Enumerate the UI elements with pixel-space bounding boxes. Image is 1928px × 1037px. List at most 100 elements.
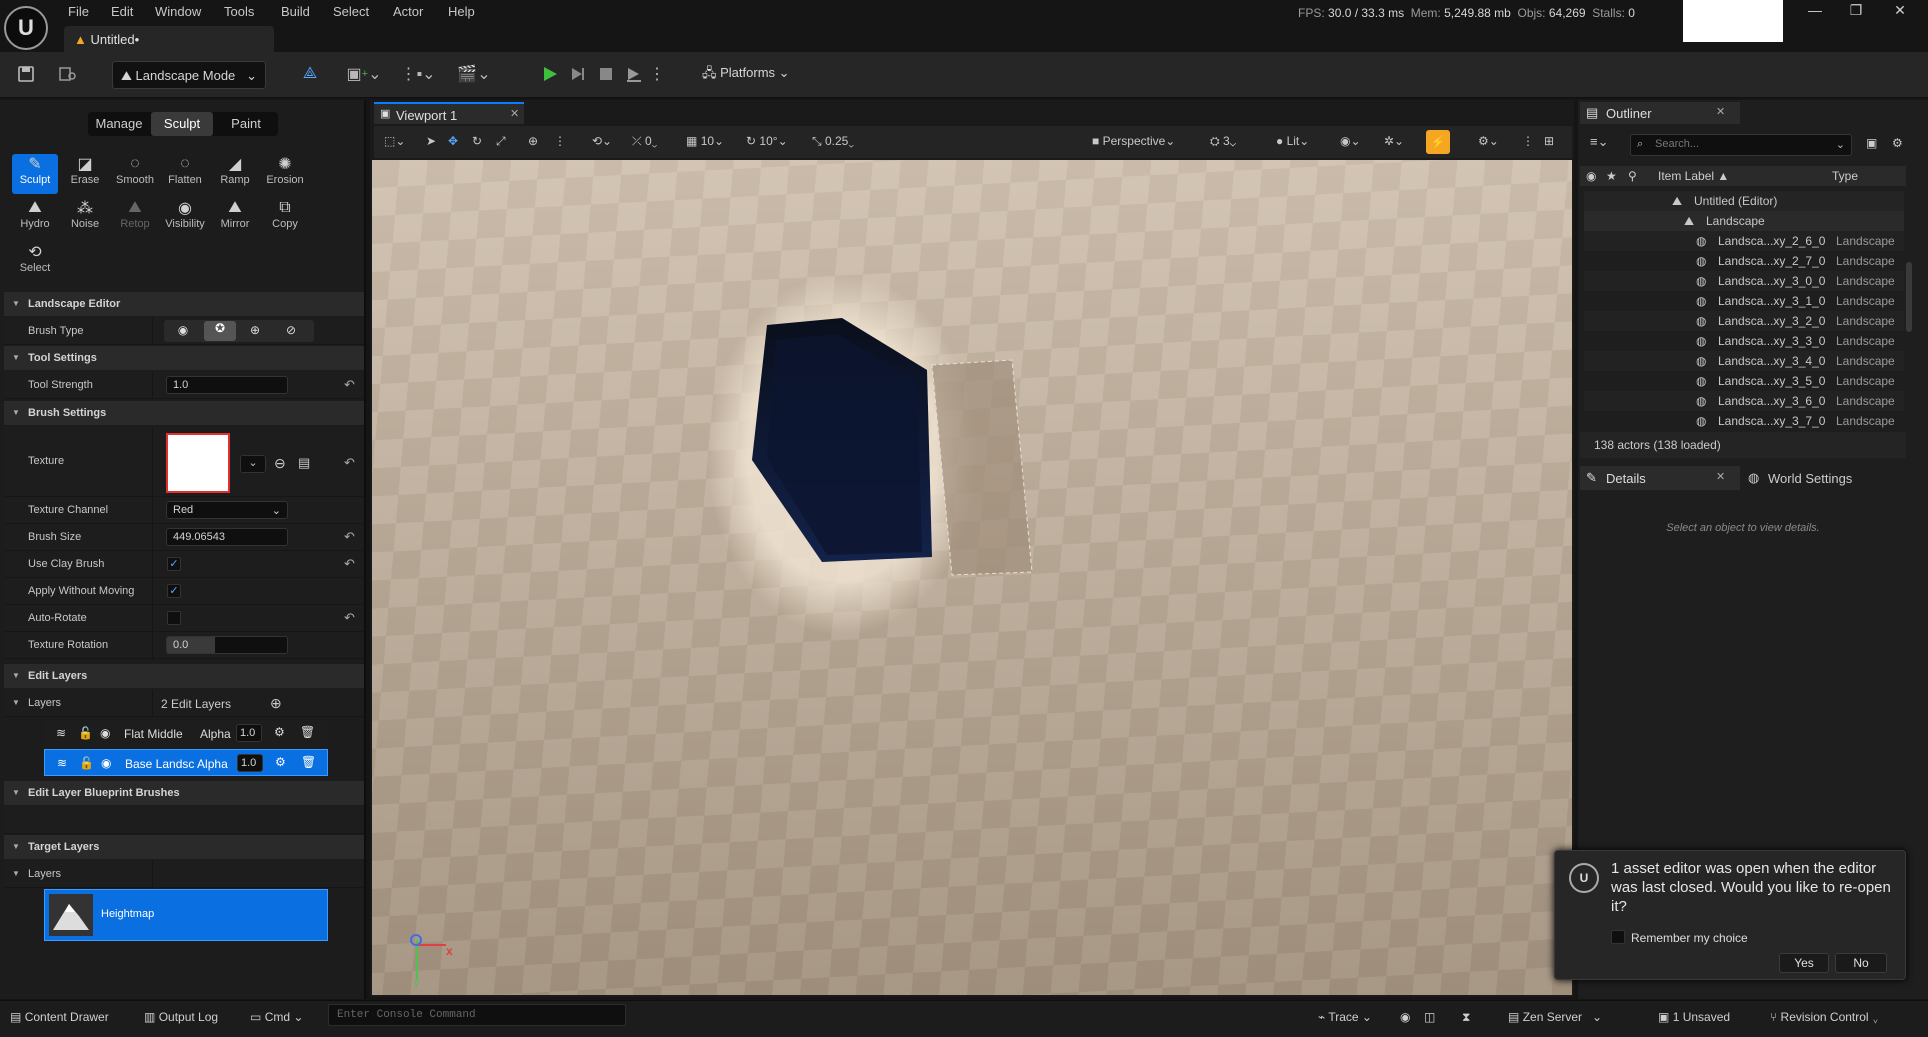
lod-dropdown[interactable]: ⛭ 3⌄	[1210, 134, 1236, 149]
add-folder-icon[interactable]: ▣	[1866, 136, 1877, 150]
section-brush-settings[interactable]: Brush Settings	[4, 401, 364, 425]
screenshot-icon[interactable]: ◫	[1424, 1010, 1435, 1024]
menu-actor[interactable]: Actor	[393, 4, 423, 19]
outliner-tab[interactable]: ▤ Outliner ✕	[1580, 102, 1740, 124]
tool-sculpt[interactable]: ✎ Sculpt	[12, 154, 58, 194]
minimize-icon[interactable]: —	[1797, 2, 1833, 22]
layout-icon[interactable]: ⊞	[1544, 134, 1554, 148]
tool-flatten[interactable]: ◌ Flatten	[162, 154, 208, 194]
tool-retop[interactable]: ⛰ Retop	[112, 198, 158, 238]
gear-icon[interactable]: ⚙	[1892, 136, 1903, 150]
world-icon[interactable]: ⊕	[528, 134, 538, 148]
angle-snap-button[interactable]: ↻ 10°⌄	[746, 134, 788, 148]
close-icon[interactable]: ✕	[1882, 2, 1918, 22]
gear-icon[interactable]: ⚙	[275, 755, 286, 769]
settings-icon[interactable]: ⚙⌄	[1478, 134, 1499, 148]
stop-icon[interactable]	[594, 62, 618, 86]
details-tab[interactable]: ✎ Details ✕	[1580, 466, 1740, 490]
play-icon[interactable]	[538, 62, 562, 86]
remember-choice-checkbox[interactable]	[1611, 930, 1625, 944]
outliner-search-input[interactable]: ⌕ Search... ⌄	[1630, 134, 1852, 156]
browse-asset-icon[interactable]: ▤	[298, 455, 310, 471]
yes-button[interactable]: Yes	[1779, 953, 1829, 973]
texture-channel-dropdown[interactable]: Red ⌄	[166, 501, 288, 519]
record-icon[interactable]: ◉	[1400, 1010, 1410, 1024]
no-button[interactable]: No	[1835, 953, 1887, 973]
add-actor-icon[interactable]: ▣ + ⌄	[346, 62, 382, 86]
viewport-tab[interactable]: ▣ Viewport 1 ✕	[374, 102, 524, 124]
layer-base-landscape[interactable]: ≋ 🔓 ◉ Base Landsc Alpha 1.0 ⚙ 🗑	[44, 749, 328, 776]
grid-snap-button[interactable]: ▦ 10⌄	[686, 134, 724, 148]
close-tab-icon[interactable]: ✕	[1716, 470, 1725, 483]
column-item-label[interactable]: Item Label ▲	[1658, 169, 1729, 183]
auto-rotate-checkbox[interactable]	[167, 611, 181, 625]
outliner-row-landscape-proxy[interactable]: ◍ Landsca...xy_3_4_0 Landscape	[1584, 351, 1904, 371]
reset-icon[interactable]: ↶	[344, 610, 355, 626]
menu-tools[interactable]: Tools	[224, 4, 254, 19]
section-tool-settings[interactable]: Tool Settings	[4, 346, 364, 370]
texture-rotation-slider[interactable]: 0.0	[166, 636, 288, 654]
outliner-row-landscape-proxy[interactable]: ◍ Landsca...xy_3_7_0 Landscape	[1584, 411, 1904, 431]
menu-select[interactable]: Select	[333, 4, 369, 19]
outliner-row-landscape-proxy[interactable]: ◍ Landsca...xy_2_6_0 Landscape	[1584, 231, 1904, 251]
add-layer-icon[interactable]: ⊕	[270, 695, 282, 712]
trace-dropdown[interactable]: ⌁ Trace ⌄	[1318, 1010, 1372, 1024]
show-flags-icon[interactable]: ◉⌄	[1340, 134, 1361, 148]
tool-smooth[interactable]: ◌ Smooth	[112, 154, 158, 194]
menu-file[interactable]: File	[68, 4, 89, 19]
scale-snap-button[interactable]: ⤡ 0.25⌄	[812, 134, 854, 149]
tab-paint[interactable]: Paint	[215, 112, 277, 136]
layer-alpha-field[interactable]: 1.0	[237, 754, 263, 772]
reset-icon[interactable]: ↶	[344, 529, 355, 545]
use-selected-icon[interactable]: ⊖	[274, 455, 286, 472]
select-mode-icon[interactable]: ⟁	[298, 62, 322, 86]
tool-visibility[interactable]: ◉ Visibility	[162, 198, 208, 238]
cmd-dropdown[interactable]: ▭ Cmd ⌄	[250, 1010, 303, 1024]
more-options-icon[interactable]: ⋮	[554, 134, 566, 148]
platforms-button[interactable]: 🖧 Platforms ⌄	[702, 64, 790, 86]
tool-hydro[interactable]: ⛰ Hydro	[12, 198, 58, 238]
menu-window[interactable]: Window	[155, 4, 201, 19]
chevron-down-icon[interactable]: ⌄	[240, 455, 266, 473]
tool-noise[interactable]: ⁂ Noise	[62, 198, 108, 238]
menu-edit[interactable]: Edit	[111, 4, 133, 19]
content-drawer-button[interactable]: ▤ Content Drawer	[10, 1010, 109, 1024]
hourglass-icon[interactable]: ⧗	[1462, 1010, 1470, 1025]
component-brush-icon[interactable]: ⊘	[278, 323, 304, 339]
zen-server-dropdown[interactable]: ▤ Zen Server ⌄	[1508, 1010, 1602, 1024]
browse-icon[interactable]	[56, 62, 80, 86]
section-blueprint-brushes[interactable]: Edit Layer Blueprint Brushes	[4, 781, 364, 805]
unreal-logo-icon[interactable]: U	[4, 6, 48, 50]
reset-icon[interactable]: ↶	[344, 556, 355, 572]
expand-arrow-icon[interactable]: ▼	[12, 698, 20, 707]
filter-icon[interactable]: ≡⌄	[1590, 134, 1608, 150]
lock-icon[interactable]: 🔓	[79, 756, 94, 770]
play-options-icon[interactable]: ⋮	[649, 62, 665, 86]
transform-options-icon[interactable]: ⬚⌄	[384, 134, 405, 148]
gear-icon[interactable]: ⚙	[274, 725, 285, 739]
surface-snap-icon[interactable]: ⟲⌄	[592, 134, 612, 148]
tab-sculpt[interactable]: Sculpt	[151, 112, 213, 136]
use-clay-brush-checkbox[interactable]: ✓	[167, 557, 181, 571]
realtime-icon[interactable]: ✲⌄	[1384, 134, 1404, 148]
reset-icon[interactable]: ↶	[344, 377, 355, 393]
step-icon[interactable]	[566, 62, 590, 86]
tool-erase[interactable]: ◪ Erase	[62, 154, 108, 194]
outliner-row-landscape-proxy[interactable]: ◍ Landsca...xy_3_2_0 Landscape	[1584, 311, 1904, 331]
trash-icon[interactable]: 🗑	[301, 755, 316, 769]
mode-dropdown[interactable]: ⛰ Landscape Mode ⌄	[112, 61, 266, 89]
scale-icon[interactable]: ⤢	[496, 134, 506, 149]
revision-control-dropdown[interactable]: ⑂ Revision Control ⌄	[1770, 1010, 1879, 1024]
rotate-icon[interactable]: ↻	[472, 134, 482, 148]
outliner-row-landscape-proxy[interactable]: ◍ Landsca...xy_3_0_0 Landscape	[1584, 271, 1904, 291]
outliner-row-landscape-proxy[interactable]: ◍ Landsca...xy_3_3_0 Landscape	[1584, 331, 1904, 351]
tool-select[interactable]: ⟲ Select	[12, 242, 58, 282]
outliner-row-root[interactable]: ⛰ Untitled (Editor)	[1584, 191, 1904, 211]
outliner-row-landscape-proxy[interactable]: ◍ Landsca...xy_3_6_0 Landscape	[1584, 391, 1904, 411]
reset-icon[interactable]: ↶	[344, 455, 355, 471]
section-target-layers[interactable]: Target Layers	[4, 835, 364, 859]
eject-icon[interactable]	[622, 62, 646, 86]
highlight-mode-icon[interactable]: ⚡	[1426, 130, 1450, 154]
tab-manage[interactable]: Manage	[88, 112, 150, 136]
expand-arrow-icon[interactable]: ▼	[12, 869, 20, 878]
